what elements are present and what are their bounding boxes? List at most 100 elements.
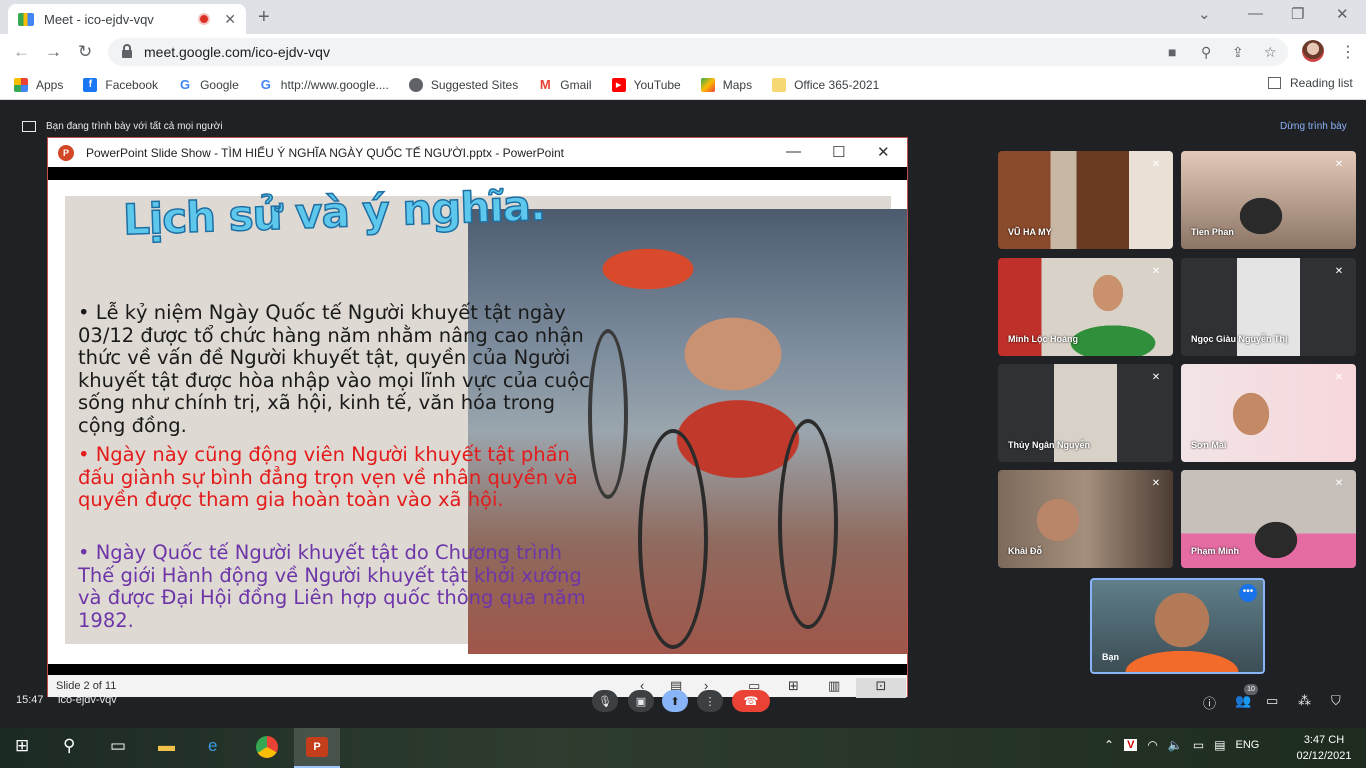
participant-tile[interactable]: ✕ Ngọc Giàu Nguyễn Thị (1181, 258, 1356, 356)
bookmark-maps[interactable]: Maps (700, 77, 752, 92)
close-tab-icon[interactable]: ✕ (224, 11, 236, 28)
address-bar[interactable]: meet.google.com/ico-ejdv-vqv (108, 38, 1288, 66)
camera-icon[interactable]: ■ (1168, 44, 1176, 60)
bookmark-facebook[interactable]: f Facebook (83, 77, 158, 92)
ppt-title-bar: P PowerPoint Slide Show - TÌM HIỂU Ý NGH… (48, 138, 907, 167)
meeting-code: ico-ejdv-vqv (58, 694, 117, 706)
bookmark-youtube[interactable]: ▶ YouTube (611, 77, 681, 92)
reading-list-button[interactable]: Reading list (1268, 76, 1353, 90)
muted-mic-icon: ✕ (1334, 159, 1344, 170)
powerpoint-icon: P (306, 737, 328, 757)
participant-name: VŨ HA MY (1008, 227, 1052, 237)
powerpoint-window: P PowerPoint Slide Show - TÌM HIỂU Ý NGH… (47, 137, 908, 698)
muted-mic-icon: ✕ (1151, 372, 1161, 383)
reload-icon[interactable]: ↻ (78, 42, 92, 62)
slideshow-view-icon[interactable]: ⊡ (856, 678, 906, 698)
tab-search-icon[interactable]: ⌄ (1198, 5, 1211, 23)
windows-start-icon[interactable]: ⊞ (15, 736, 29, 756)
more-options-icon[interactable]: ••• (1239, 584, 1257, 602)
edge-icon[interactable]: e (208, 736, 217, 756)
slide-counter: Slide 2 of 11 (56, 680, 117, 692)
reading-list-icon (1268, 77, 1281, 89)
reading-view-icon[interactable]: ▥ (828, 678, 840, 694)
unikey-icon[interactable]: V (1124, 739, 1138, 751)
meeting-time: 15:47 (16, 694, 44, 706)
participant-tile[interactable]: ✕ Thủy Ngân Nguyễn (998, 364, 1173, 462)
notification-icon[interactable]: ▤ (1214, 738, 1225, 752)
meeting-details-icon[interactable]: ⓘ (1203, 693, 1216, 712)
participant-tile[interactable]: ✕ Phạm Minh (1181, 470, 1356, 568)
chrome-icon[interactable] (256, 736, 278, 758)
volume-icon[interactable]: 🔈 (1168, 738, 1183, 752)
bookmark-google[interactable]: G Google (178, 77, 239, 92)
url-text: meet.google.com/ico-ejdv-vqv (144, 44, 330, 60)
bookmark-apps[interactable]: Apps (14, 77, 63, 92)
google-icon: G (260, 77, 271, 92)
menu-icon[interactable]: ⋮ (1340, 42, 1356, 62)
close-window-button[interactable]: ✕ (1336, 5, 1349, 23)
wifi-icon[interactable]: ◠ (1147, 738, 1157, 752)
people-count-badge: 10 (1244, 684, 1258, 695)
participant-name: Tien Phan (1191, 227, 1234, 237)
forward-icon[interactable]: → (45, 42, 62, 62)
back-icon[interactable]: ← (13, 42, 30, 62)
ppt-status-bar: Slide 2 of 11 (48, 675, 907, 697)
bookmark-suggested-sites[interactable]: Suggested Sites (408, 77, 518, 92)
language-indicator[interactable]: ENG (1236, 739, 1260, 751)
slide-sorter-icon[interactable]: ⊞ (788, 678, 799, 694)
self-view-tile[interactable]: ••• Bạn (1090, 578, 1265, 674)
more-actions-button[interactable]: ⋮ (697, 690, 723, 712)
maps-icon (700, 77, 715, 92)
ppt-close-button[interactable]: ✕ (877, 143, 890, 161)
bookmark-star-icon[interactable]: ☆ (1264, 44, 1277, 61)
host-controls-icon[interactable]: ⛉ (1331, 693, 1341, 709)
restore-button[interactable]: ❐ (1291, 5, 1304, 23)
facebook-icon: f (83, 77, 98, 92)
google-icon: G (180, 77, 191, 92)
chevron-up-icon[interactable]: ⌃ (1104, 738, 1114, 752)
minimize-button[interactable]: — (1248, 5, 1263, 22)
bookmark-gmail[interactable]: M Gmail (538, 77, 592, 92)
people-icon[interactable]: 👥 (1235, 693, 1251, 709)
participant-name: Sơn Mai (1191, 440, 1227, 450)
powerpoint-icon: P (58, 144, 74, 161)
new-tab-button[interactable]: + (258, 6, 270, 29)
muted-mic-icon: ✕ (1151, 266, 1161, 277)
bookmark-office-365[interactable]: Office 365-2021 (772, 77, 879, 92)
present-now-button[interactable]: ⬆ (662, 690, 688, 712)
microphone-button[interactable]: 🎙 (592, 690, 618, 712)
end-call-button[interactable]: ☎ (732, 690, 770, 712)
profile-avatar[interactable] (1302, 40, 1324, 62)
muted-mic-icon: ✕ (1151, 478, 1161, 489)
bookmarks-bar: Apps f Facebook G Google Ghttp://www.googl… (0, 70, 1366, 100)
search-icon[interactable]: ⚲ (63, 736, 75, 756)
participant-tile[interactable]: ✕ VŨ HA MY (998, 151, 1173, 249)
participant-tile[interactable]: ✕ Minh Lộc Hoàng (998, 258, 1173, 356)
apps-icon (14, 77, 28, 92)
taskbar-clock[interactable]: 3:47 CH 02/12/2021 (1294, 732, 1354, 764)
chat-icon[interactable]: ▭ (1266, 693, 1278, 709)
participant-tile[interactable]: ✕ Tien Phan (1181, 151, 1356, 249)
self-name: Bạn (1102, 652, 1120, 662)
presenting-banner: Bạn đang trình bày với tất cả mọi người (0, 112, 1366, 140)
muted-mic-icon: ✕ (1334, 372, 1344, 383)
participant-tile[interactable]: ✕ Sơn Mai (1181, 364, 1356, 462)
zoom-icon[interactable]: ⚲ (1201, 44, 1211, 61)
camera-button[interactable]: ▣ (628, 690, 654, 712)
participant-tile[interactable]: ✕ Khải Đỗ (998, 470, 1173, 568)
powerpoint-taskbar-button[interactable]: P (294, 728, 340, 768)
share-icon[interactable]: ⇪ (1232, 44, 1244, 61)
slide-bullet-1: • Lễ kỷ niệm Ngày Quốc tế Người khuyết t… (78, 301, 590, 437)
youtube-icon: ▶ (611, 77, 626, 92)
ppt-minimize-button[interactable]: — (786, 143, 801, 160)
folder-icon (772, 77, 787, 92)
muted-mic-icon: ✕ (1334, 266, 1344, 277)
activities-icon[interactable]: ⁂ (1298, 693, 1311, 709)
ppt-maximize-button[interactable]: ☐ (832, 143, 845, 161)
stop-presenting-button[interactable]: Dừng trình bày (1280, 121, 1347, 132)
file-explorer-icon[interactable]: ▬ (158, 736, 175, 756)
task-view-icon[interactable]: ▭ (110, 736, 126, 756)
battery-icon[interactable]: ▭ (1193, 738, 1204, 752)
bookmark-google-url[interactable]: Ghttp://www.google.... (259, 77, 389, 92)
browser-tab[interactable]: Meet - ico-ejdv-vqv ✕ (8, 4, 246, 34)
